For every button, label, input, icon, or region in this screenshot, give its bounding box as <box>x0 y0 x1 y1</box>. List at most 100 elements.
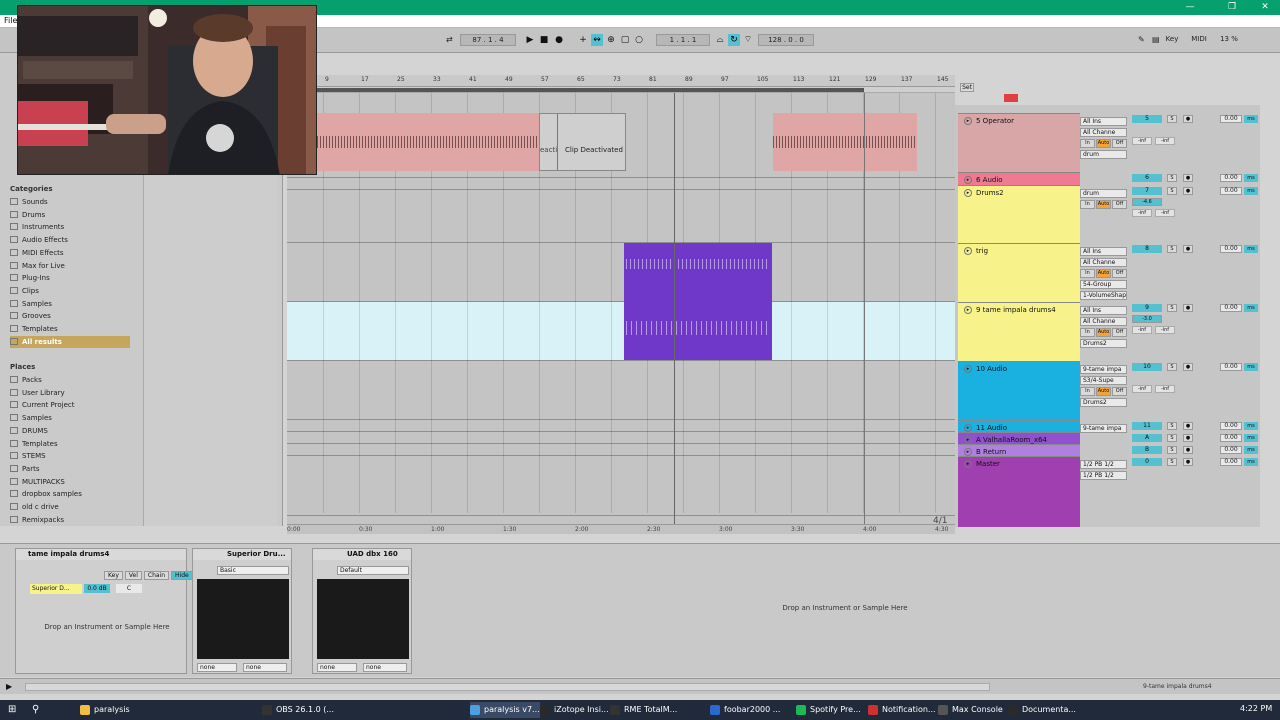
place-item[interactable]: Samples <box>10 412 130 424</box>
monitor-in[interactable]: In <box>1080 387 1095 396</box>
automation-arm-button[interactable]: ↭ <box>591 34 603 46</box>
track-header[interactable]: ▸ 5 Operator <box>958 113 1080 178</box>
taskbar-app-item[interactable]: Max Console <box>938 702 1003 718</box>
beat-ruler[interactable]: 1917253341495765738189971051131211291371… <box>287 75 955 87</box>
track-header[interactable]: ▸ Master <box>958 456 1080 527</box>
volume-value[interactable]: 0.00 <box>1220 363 1242 371</box>
solo-button[interactable]: S <box>1167 422 1177 430</box>
windows-start-icon[interactable]: ⊞ <box>8 704 16 715</box>
output-type-select[interactable]: 1/2 PB 1/2 <box>1080 460 1127 469</box>
track-activator[interactable]: 5 <box>1132 115 1162 123</box>
arrangement-position-nudge-icon[interactable]: ⇄ <box>446 34 453 46</box>
solo-button[interactable]: S <box>1167 174 1177 182</box>
input-type-select[interactable]: drum <box>1080 189 1127 198</box>
uad-output-select[interactable]: none <box>363 663 407 672</box>
track-lane[interactable] <box>287 302 955 361</box>
output-type-select[interactable]: drum <box>1080 150 1127 159</box>
capture-button[interactable]: ▢ <box>619 34 631 46</box>
rack-tab-vel[interactable]: Vel <box>124 571 142 580</box>
taskbar-app-item[interactable]: Notification... <box>868 702 936 718</box>
status-play-icon[interactable]: ▶ <box>6 682 12 691</box>
taskbar-app-item[interactable]: Documenta... <box>1008 702 1076 718</box>
arm-icon[interactable]: ● <box>1183 304 1193 312</box>
uad-input-select[interactable]: none <box>317 663 357 672</box>
device-drop-area[interactable]: Drop an Instrument or Sample Here <box>420 544 1280 678</box>
track-activator[interactable]: 10 <box>1132 363 1162 371</box>
input-type-select[interactable]: All Ins <box>1080 247 1127 256</box>
input-channel-select[interactable]: All Channe <box>1080 258 1127 267</box>
track-header[interactable]: ▸ 9 tame impala drums4 <box>958 302 1080 361</box>
arm-icon[interactable]: ● <box>1183 245 1193 253</box>
loop-switch[interactable]: ↻ <box>728 34 740 46</box>
set-button[interactable]: Set <box>960 83 974 92</box>
track-fold-icon[interactable]: ▸ <box>964 460 972 468</box>
input-type-select[interactable]: All Ins <box>1080 117 1127 126</box>
punch-in-button[interactable]: ⌓ <box>714 34 726 46</box>
track-fold-icon[interactable]: ▸ <box>964 247 972 255</box>
chain-volume[interactable]: 0.0 dB <box>84 584 110 593</box>
track-activator[interactable]: 6 <box>1132 174 1162 182</box>
taskbar-app-item[interactable]: iZotope Insi... <box>540 702 609 718</box>
delay-unit-toggle[interactable]: ms <box>1244 304 1258 312</box>
track-header[interactable]: ▸ B Return <box>958 444 1080 456</box>
drum-rack-device[interactable]: tame impala drums4 Key Vel Chain Hide Su… <box>15 548 193 674</box>
category-item[interactable]: All results <box>10 335 130 348</box>
monitor-auto[interactable]: Auto <box>1096 328 1111 337</box>
category-item[interactable]: Plug-Ins <box>10 272 130 284</box>
input-type-select[interactable]: 9-tame impa <box>1080 365 1127 374</box>
category-item[interactable]: MIDI Effects <box>10 247 130 259</box>
computer-keyboard-icon[interactable]: ▤ <box>1152 34 1160 46</box>
place-item[interactable]: Templates <box>10 438 130 450</box>
delay-unit-toggle[interactable]: ms <box>1244 187 1258 195</box>
category-item[interactable]: Sounds <box>10 196 130 208</box>
track-lane[interactable] <box>287 456 955 516</box>
category-item[interactable]: Max for Live <box>10 260 130 272</box>
track-lane[interactable] <box>287 178 955 190</box>
delay-unit-toggle[interactable]: ms <box>1244 115 1258 123</box>
output-type-select[interactable]: 54-Group <box>1080 280 1127 289</box>
track-fold-icon[interactable]: ▸ <box>964 117 972 125</box>
track-fold-icon[interactable]: ▸ <box>964 424 972 432</box>
track-lane[interactable] <box>287 361 955 420</box>
place-item[interactable]: dropbox samples <box>10 488 130 500</box>
monitor-in[interactable]: In <box>1080 328 1095 337</box>
deactivated-clip[interactable]: eacti Clip Deactivated <box>539 113 626 171</box>
solo-button[interactable]: S <box>1167 304 1177 312</box>
monitor-in[interactable]: In <box>1080 200 1095 209</box>
monitor-off[interactable]: Off <box>1112 328 1127 337</box>
category-item[interactable]: Drums <box>10 209 130 221</box>
pan-value[interactable]: -3.0 <box>1132 315 1162 323</box>
menu-file[interactable]: File <box>4 16 17 25</box>
monitor-in[interactable]: In <box>1080 269 1095 278</box>
category-item[interactable]: Templates <box>10 323 130 335</box>
output-channel-select[interactable]: 1-VolumeShap <box>1080 291 1127 300</box>
delay-unit-toggle[interactable]: ms <box>1244 446 1258 454</box>
place-item[interactable]: old c drive <box>10 501 130 513</box>
place-item[interactable]: MULTIPACKS <box>10 476 130 488</box>
delay-unit-toggle[interactable]: ms <box>1244 245 1258 253</box>
track-activator[interactable]: 0 <box>1132 458 1162 466</box>
input-type-select[interactable]: All Ins <box>1080 306 1127 315</box>
back-to-arrangement-button[interactable]: ⊕ <box>605 34 617 46</box>
arm-icon[interactable]: ● <box>1183 434 1193 442</box>
superior-output-select[interactable]: none <box>243 663 287 672</box>
uad-dbx-device[interactable]: UAD dbx 160 Default none none <box>312 548 412 674</box>
monitor-off[interactable]: Off <box>1112 269 1127 278</box>
volume-value[interactable]: 0.00 <box>1220 458 1242 466</box>
volume-value[interactable]: 0.00 <box>1220 446 1242 454</box>
solo-button[interactable]: S <box>1167 363 1177 371</box>
draw-mode-icon[interactable]: ✎ <box>1138 34 1145 46</box>
track-lane[interactable] <box>287 243 955 302</box>
overdub-button[interactable]: + <box>577 34 589 46</box>
delay-unit-toggle[interactable]: ms <box>1244 458 1258 466</box>
track-activator[interactable]: B <box>1132 446 1162 454</box>
volume-value[interactable]: 0.00 <box>1220 174 1242 182</box>
track-header[interactable]: ▸ trig <box>958 243 1080 302</box>
track-header[interactable]: ▸ 6 Audio <box>958 172 1080 185</box>
monitor-off[interactable]: Off <box>1112 200 1127 209</box>
volume-value[interactable]: 0.00 <box>1220 187 1242 195</box>
arm-icon[interactable]: ● <box>1183 115 1193 123</box>
stop-button[interactable]: ■ <box>538 34 550 46</box>
taskbar-clock[interactable]: 4:22 PM <box>1240 704 1272 713</box>
track-header[interactable]: ▸ A ValhallaRoom_x64 <box>958 432 1080 444</box>
